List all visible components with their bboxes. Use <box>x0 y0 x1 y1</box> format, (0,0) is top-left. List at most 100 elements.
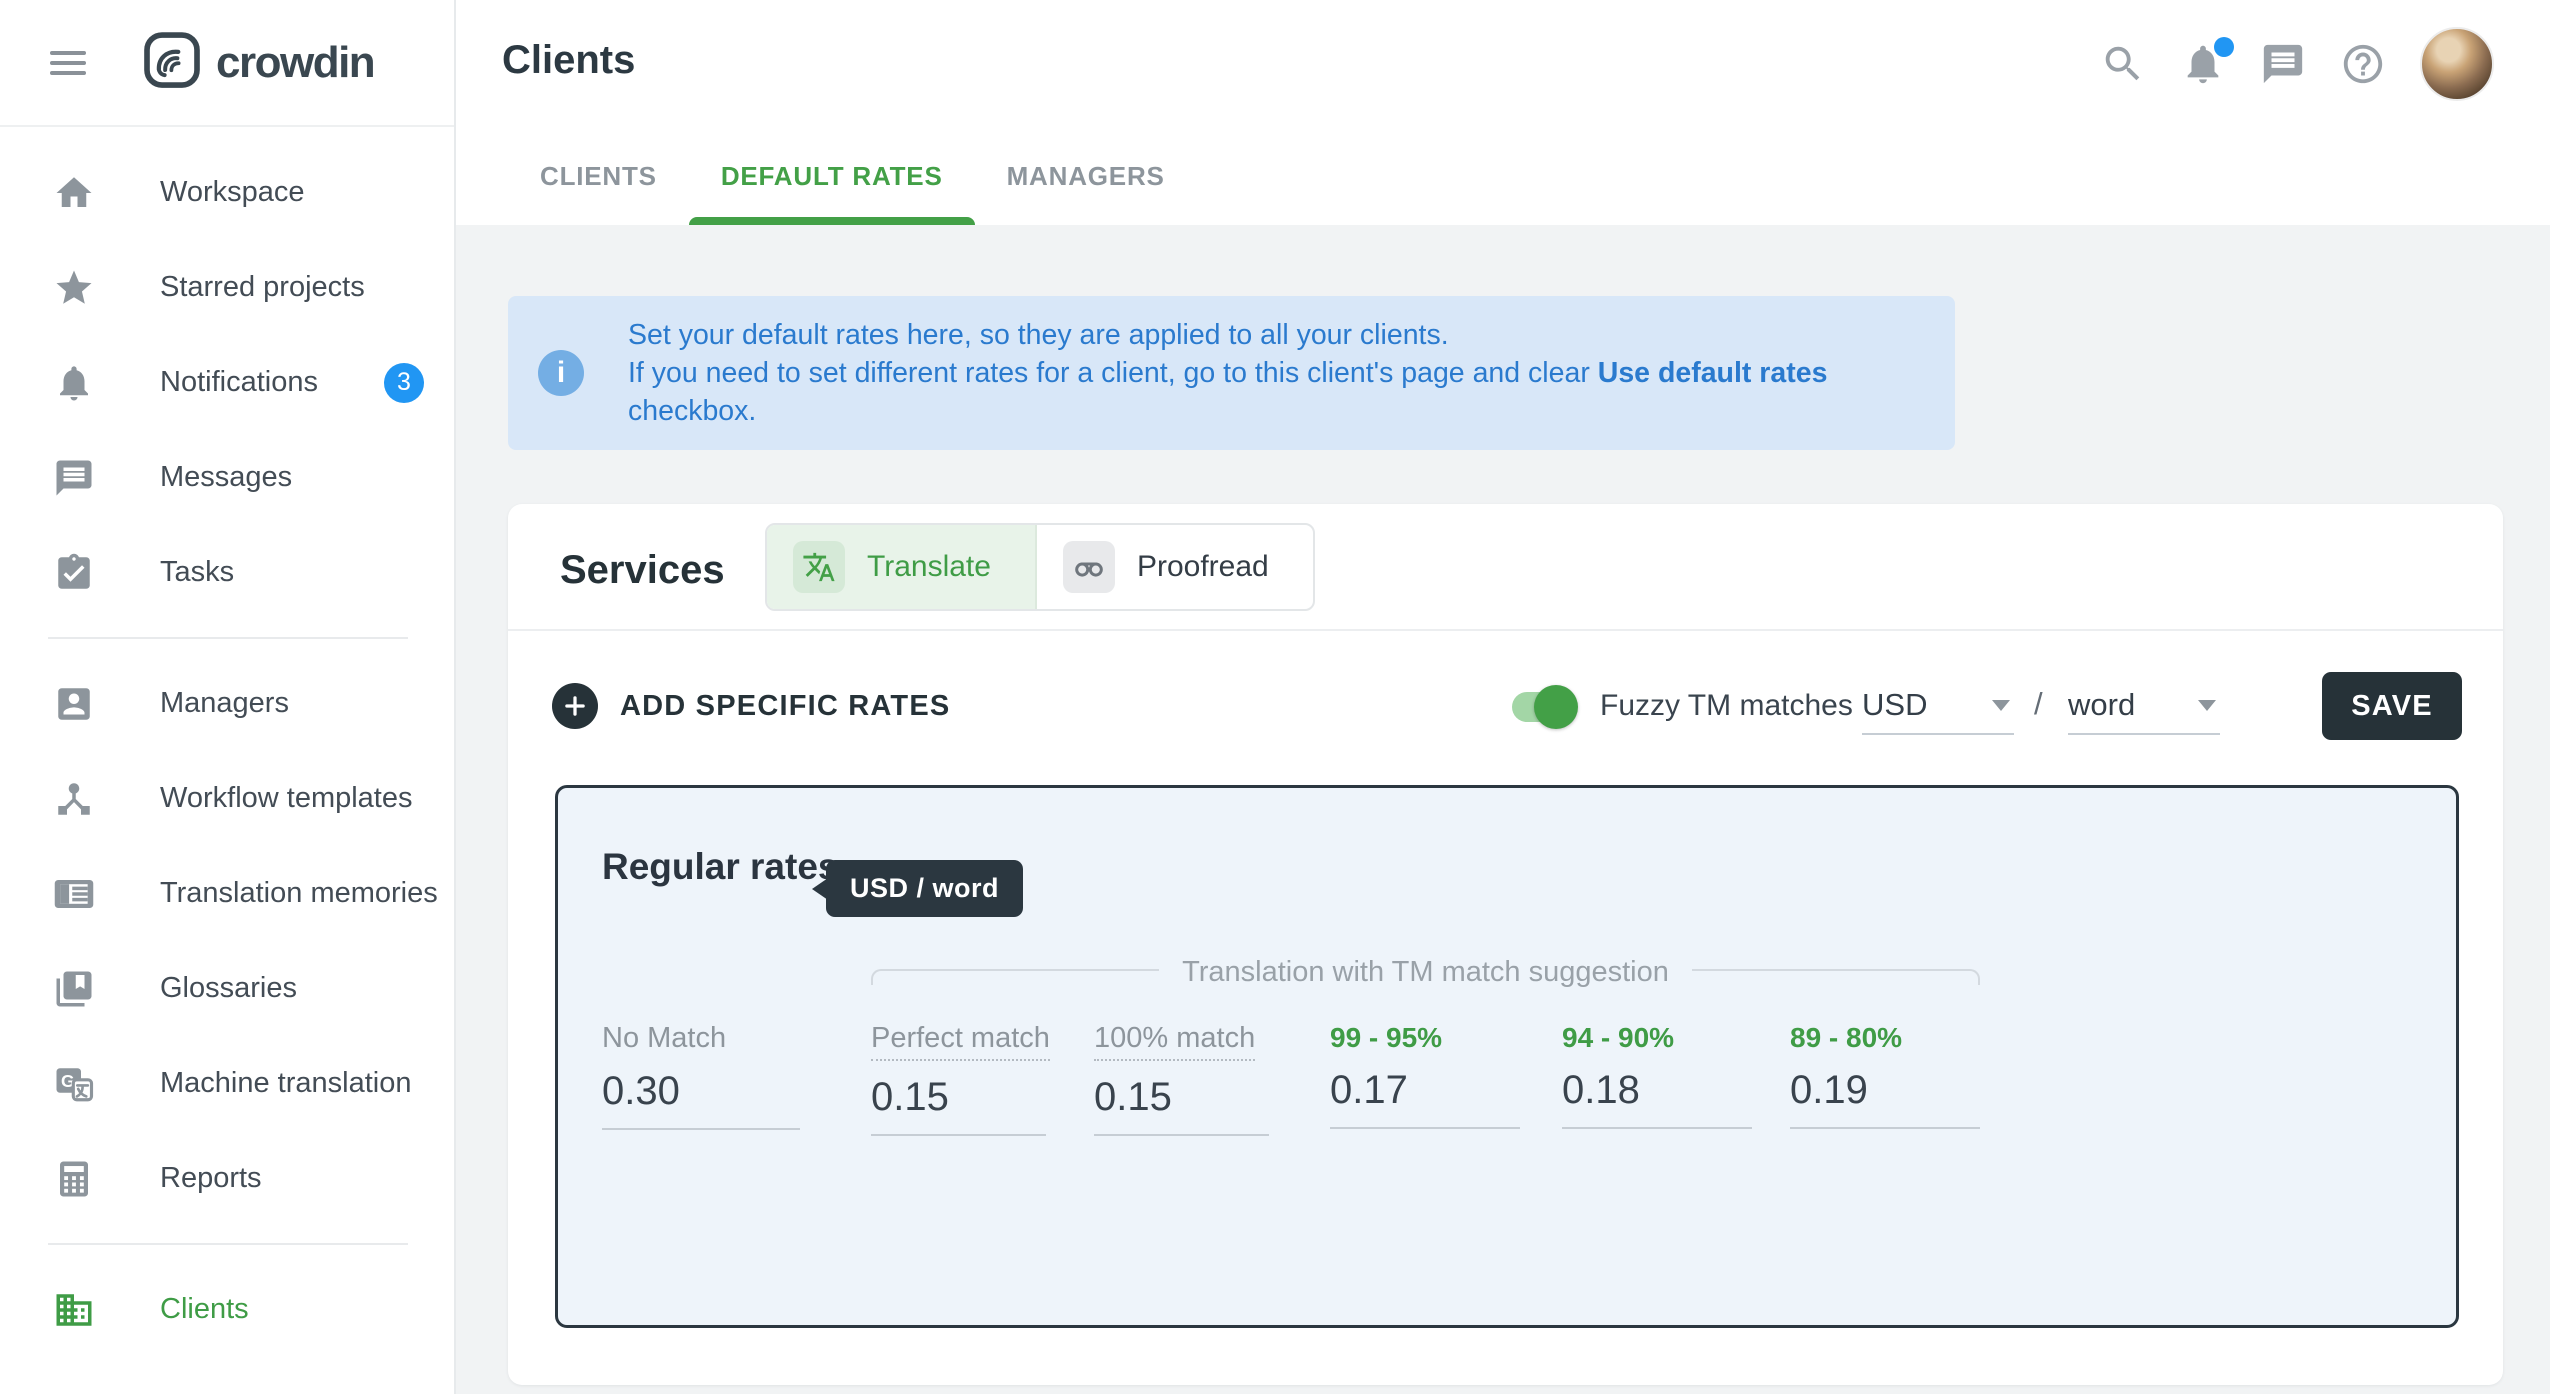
notifications-icon[interactable] <box>2180 41 2226 87</box>
rate-input-underline <box>1790 1127 1980 1129</box>
rate-label-hint[interactable]: 100% match <box>1094 1022 1255 1061</box>
rate-column-99-95: 99 - 95% 0.17 <box>1330 1022 1540 1129</box>
sidebar-item-glossaries[interactable]: Glossaries <box>0 941 454 1036</box>
fuzzy-tm-label: Fuzzy TM matches <box>1600 684 1853 728</box>
sidebar-item-translation-memories[interactable]: Translation memories <box>0 846 454 941</box>
currency-value: USD <box>1862 687 1927 723</box>
brand-name: crowdin <box>216 38 374 88</box>
info-banner: i Set your default rates here, so they a… <box>508 296 1955 450</box>
services-heading: Services <box>560 548 725 593</box>
rate-column-no-match: No Match 0.30 <box>602 1022 812 1130</box>
rate-label: 94 - 90% <box>1562 1022 1674 1054</box>
rate-input-underline <box>1562 1127 1752 1129</box>
app-window: crowdin Workspace Starred projects Notif… <box>0 0 2550 1394</box>
info-banner-text: Set your default rates here, so they are… <box>628 316 1925 430</box>
tm-match-group-label: Translation with TM match suggestion <box>1159 956 1692 989</box>
card-divider <box>508 629 2503 631</box>
chevron-down-icon <box>1992 700 2010 711</box>
service-option-proofread[interactable]: Proofread <box>1037 525 1313 609</box>
add-specific-rates-button[interactable]: ADD SPECIFIC RATES <box>552 683 950 729</box>
rate-column-94-90: 94 - 90% 0.18 <box>1562 1022 1772 1129</box>
rate-input-underline <box>1330 1127 1520 1129</box>
tm-card-icon <box>52 872 96 916</box>
service-option-translate[interactable]: Translate <box>767 525 1037 609</box>
sidebar-item-starred-projects[interactable]: Starred projects <box>0 240 454 335</box>
book-bookmark-icon <box>52 967 96 1011</box>
topbar: Clients <box>456 0 2550 127</box>
rate-value-field[interactable]: 0.15 <box>1094 1075 1304 1120</box>
avatar[interactable] <box>2420 27 2494 101</box>
clipboard-check-icon <box>52 551 96 595</box>
sidebar-item-workflow-templates[interactable]: Workflow templates <box>0 751 454 846</box>
sidebar-item-clients[interactable]: Clients <box>0 1262 454 1357</box>
tab-managers[interactable]: MANAGERS <box>975 127 1197 225</box>
rate-label: 99 - 95% <box>1330 1022 1442 1054</box>
service-switcher: Translate Proofread <box>765 523 1315 611</box>
sidebar-item-notifications[interactable]: Notifications 3 <box>0 335 454 430</box>
tab-default-rates[interactable]: DEFAULT RATES <box>689 127 975 225</box>
building-icon <box>52 1288 96 1332</box>
home-icon <box>52 171 96 215</box>
fuzzy-tm-toggle[interactable] <box>1512 685 1578 729</box>
currency-select[interactable]: USD <box>1862 677 2014 735</box>
sidebar-item-reports[interactable]: Reports <box>0 1131 454 1226</box>
save-button[interactable]: SAVE <box>2322 672 2462 740</box>
rate-label: 89 - 80% <box>1790 1022 1902 1054</box>
chat-icon <box>52 456 96 500</box>
rate-value-field[interactable]: 0.18 <box>1562 1068 1772 1113</box>
rate-value-field[interactable]: 0.17 <box>1330 1068 1540 1113</box>
rate-value-field[interactable]: 0.30 <box>602 1069 812 1114</box>
bracket-line-left <box>871 969 1159 985</box>
help-icon[interactable] <box>2340 41 2386 87</box>
sidebar-item-workspace[interactable]: Workspace <box>0 145 454 240</box>
sidebar-header: crowdin <box>0 0 454 127</box>
glasses-icon <box>1063 541 1115 593</box>
info-icon: i <box>538 350 584 396</box>
notification-dot <box>2214 37 2234 57</box>
default-rates-card: Services Translate Proofread <box>508 504 2503 1385</box>
sidebar: crowdin Workspace Starred projects Notif… <box>0 0 456 1394</box>
rate-value-field[interactable]: 0.15 <box>871 1075 1081 1120</box>
sidebar-divider <box>48 637 408 639</box>
notifications-count-badge: 3 <box>384 363 424 403</box>
unit-badge: USD / word <box>826 860 1023 917</box>
rate-input-underline <box>602 1128 800 1130</box>
topbar-icons <box>2100 27 2494 101</box>
unit-value: word <box>2068 687 2135 723</box>
rate-value-field[interactable]: 0.19 <box>1790 1068 2000 1113</box>
sidebar-divider <box>48 1243 408 1245</box>
sidebar-item-managers[interactable]: Managers <box>0 656 454 751</box>
rate-label-hint[interactable]: Perfect match <box>871 1022 1050 1061</box>
currency-unit-separator: / <box>2034 686 2043 722</box>
search-icon[interactable] <box>2100 41 2146 87</box>
workflow-icon <box>52 777 96 821</box>
sidebar-item-messages[interactable]: Messages <box>0 430 454 525</box>
content: i Set your default rates here, so they a… <box>456 225 2550 1394</box>
rate-column-perfect-match: Perfect match 0.15 <box>871 1022 1081 1136</box>
rate-column-89-80: 89 - 80% 0.19 <box>1790 1022 2000 1129</box>
hamburger-menu-icon[interactable] <box>50 45 86 81</box>
messages-icon[interactable] <box>2260 41 2306 87</box>
bell-icon <box>52 361 96 405</box>
sidebar-item-machine-translation[interactable]: G Machine translation <box>0 1036 454 1131</box>
rate-column-100-match: 100% match 0.15 <box>1094 1022 1304 1136</box>
bracket-line-right <box>1692 969 1980 985</box>
service-label: Translate <box>867 550 991 584</box>
tab-clients[interactable]: CLIENTS <box>508 127 689 225</box>
service-label: Proofread <box>1137 550 1269 584</box>
person-icon <box>52 682 96 726</box>
crowdin-logo[interactable]: crowdin <box>142 30 374 95</box>
main-area: Clients CLIENTS DEFAULT RATES MANAGERS <box>456 0 2550 1394</box>
sidebar-item-tasks[interactable]: Tasks <box>0 525 454 620</box>
page-title: Clients <box>502 38 635 83</box>
regular-rates-title: Regular rates <box>602 846 839 888</box>
tabs-bar: CLIENTS DEFAULT RATES MANAGERS <box>456 127 2550 225</box>
translate-icon <box>793 541 845 593</box>
rate-label: No Match <box>602 1022 726 1055</box>
use-default-rates-emphasis: Use default rates <box>1598 357 1828 389</box>
info-line-2: If you need to set different rates for a… <box>628 354 1925 430</box>
plus-icon <box>552 683 598 729</box>
calculator-icon <box>52 1157 96 1201</box>
unit-select[interactable]: word <box>2068 677 2220 735</box>
crowdin-logo-mark-icon <box>142 30 202 95</box>
